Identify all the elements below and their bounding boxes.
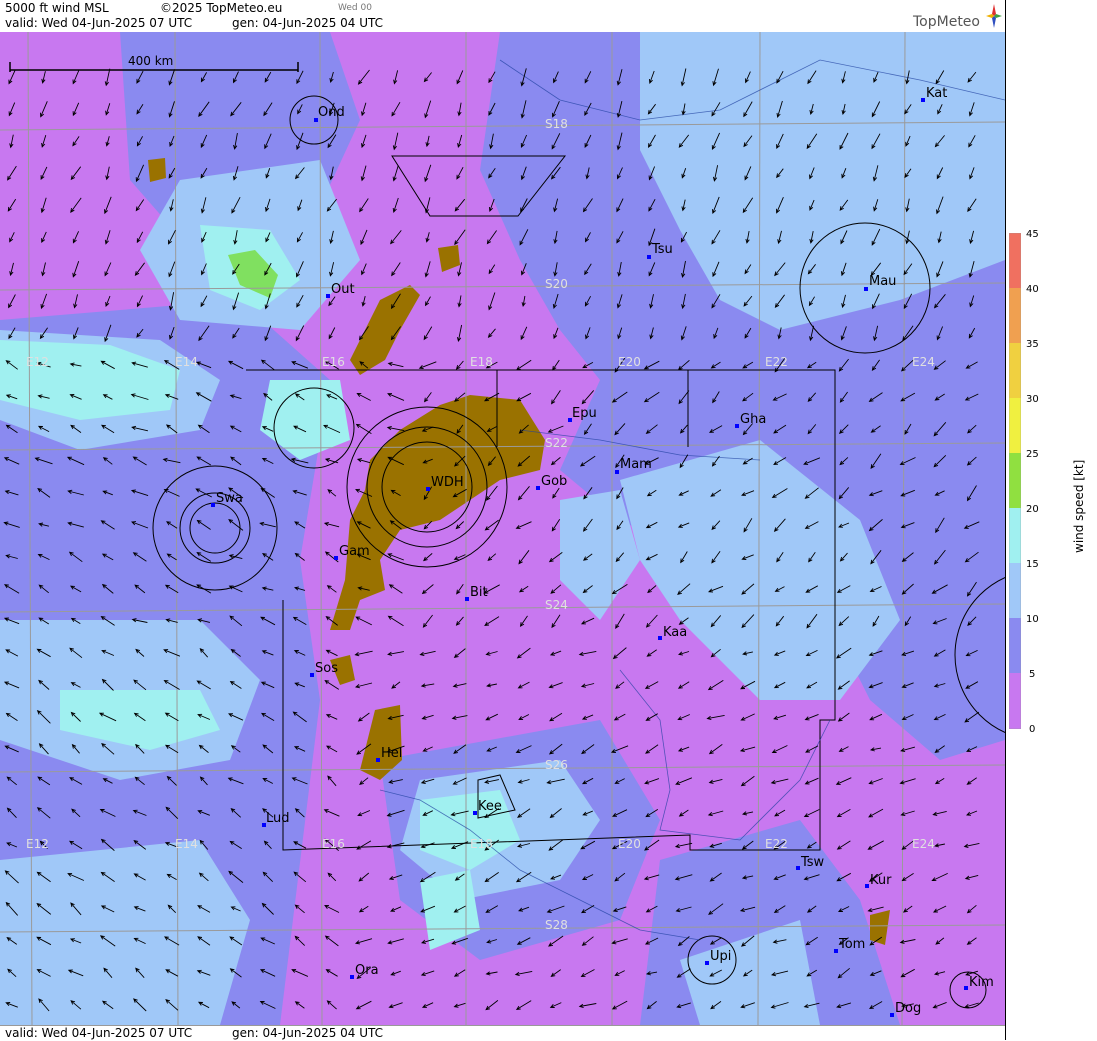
lon-label: E14	[175, 355, 198, 369]
place-sos: Sos	[310, 661, 338, 677]
scale-bar-label: 400 km	[128, 54, 173, 68]
svg-text:Kim: Kim	[969, 975, 994, 990]
svg-text:Hel: Hel	[381, 746, 402, 761]
svg-text:WDH: WDH	[431, 475, 464, 490]
place-tsw: Tsw	[796, 855, 825, 870]
footer-bar: valid: Wed 04-Jun-2025 07 UTC gen: 04-Ju…	[0, 1025, 1005, 1041]
place-swa: Swa	[211, 491, 243, 507]
legend-tick: 40	[1026, 284, 1039, 295]
place-mam: Mam	[615, 457, 652, 474]
legend-tick: 10	[1026, 614, 1039, 625]
legend-tick: 15	[1026, 559, 1039, 570]
legend-tick: 30	[1026, 394, 1039, 405]
wind-map[interactable]: 400 km E12 E14 E16 E18 E20 E22 E24 E12 E…	[0, 32, 1005, 1025]
lon-label: E18	[470, 355, 493, 369]
svg-text:Mau: Mau	[869, 274, 896, 289]
lon-label: E20	[618, 355, 641, 369]
lon-label: E24	[912, 355, 935, 369]
place-gha: Gha	[735, 412, 766, 428]
lat-label: S24	[545, 598, 568, 612]
valid-time: valid: Wed 04-Jun-2025 07 UTC	[5, 16, 193, 30]
place-wdh: WDH	[426, 475, 464, 491]
lon-label: E14	[175, 837, 198, 851]
lon-label: E18	[470, 837, 493, 851]
lon-label: E16	[322, 355, 345, 369]
place-out: Out	[326, 282, 355, 298]
svg-text:Tsw: Tsw	[800, 855, 825, 870]
svg-text:Tsu: Tsu	[651, 242, 673, 257]
footer-generated-time: gen: 04-Jun-2025 04 UTC	[232, 1026, 384, 1040]
legend-tick: 25	[1026, 449, 1039, 460]
svg-text:Kee: Kee	[478, 799, 502, 814]
svg-text:Kaa: Kaa	[663, 625, 687, 640]
svg-text:Dog: Dog	[895, 1001, 921, 1016]
wind-map-canvas: 400 km E12 E14 E16 E18 E20 E22 E24 E12 E…	[0, 32, 1005, 1025]
lon-label: E20	[618, 837, 641, 851]
svg-text:Gha: Gha	[740, 412, 766, 427]
place-tom: Tom	[834, 937, 865, 953]
svg-text:Ond: Ond	[318, 105, 345, 120]
place-gob: Gob	[536, 474, 567, 490]
copyright: ©2025 TopMeteo.eu	[160, 1, 283, 15]
lat-label: S26	[545, 758, 568, 772]
legend-tick: 5	[1029, 669, 1036, 680]
svg-text:Gob: Gob	[541, 474, 567, 489]
svg-text:Lud: Lud	[266, 811, 290, 826]
svg-text:Kur: Kur	[870, 873, 892, 888]
place-mau: Mau	[864, 274, 896, 291]
header-bar: 5000 ft wind MSL ©2025 TopMeteo.eu Wed 0…	[0, 0, 1005, 33]
topmeteo-logo-text: TopMeteo	[913, 14, 980, 30]
place-dog: Dog	[890, 1001, 921, 1017]
lon-label: E16	[322, 837, 345, 851]
place-kur: Kur	[865, 873, 892, 888]
lat-label: S22	[545, 436, 568, 450]
run-tag: Wed 00	[338, 3, 372, 13]
svg-text:Kat: Kat	[926, 86, 947, 101]
svg-text:Sos: Sos	[315, 661, 338, 676]
lon-label: E12	[26, 355, 49, 369]
lon-label: E24	[912, 837, 935, 851]
legend-title: wind speed [kt]	[1072, 459, 1086, 553]
place-kee: Kee	[473, 799, 502, 815]
legend-colorbar	[1009, 233, 1021, 729]
generated-time: gen: 04-Jun-2025 04 UTC	[232, 16, 384, 30]
place-ond: Ond	[314, 105, 345, 122]
place-kaa: Kaa	[658, 625, 687, 640]
legend-tick: 20	[1026, 504, 1039, 515]
compass-logo-icon	[986, 4, 1002, 28]
svg-text:Bit: Bit	[470, 585, 488, 600]
svg-text:Upi: Upi	[710, 949, 731, 964]
lat-label: S20	[545, 277, 568, 291]
svg-text:Ora: Ora	[355, 963, 379, 978]
lon-label: E22	[765, 355, 788, 369]
lat-label: S28	[545, 918, 568, 932]
svg-text:Gam: Gam	[339, 544, 370, 559]
footer-valid-time: valid: Wed 04-Jun-2025 07 UTC	[5, 1026, 193, 1040]
place-epu: Epu	[568, 406, 597, 422]
lon-label: E22	[765, 837, 788, 851]
lat-label: S18	[545, 117, 568, 131]
svg-text:Epu: Epu	[572, 406, 597, 421]
place-lud: Lud	[262, 811, 290, 827]
svg-text:Swa: Swa	[216, 491, 243, 506]
svg-text:Tom: Tom	[838, 937, 865, 952]
lon-label: E12	[26, 837, 49, 851]
place-gam: Gam	[334, 544, 370, 560]
product-title: 5000 ft wind MSL	[5, 1, 109, 15]
legend-tick: 45	[1026, 229, 1039, 240]
legend-tick: 0	[1029, 724, 1036, 735]
place-ora: Ora	[350, 963, 379, 979]
legend-tick: 35	[1026, 339, 1039, 350]
svg-text:Out: Out	[331, 282, 355, 297]
svg-text:Mam: Mam	[620, 457, 652, 472]
place-kim: Kim	[964, 975, 994, 990]
